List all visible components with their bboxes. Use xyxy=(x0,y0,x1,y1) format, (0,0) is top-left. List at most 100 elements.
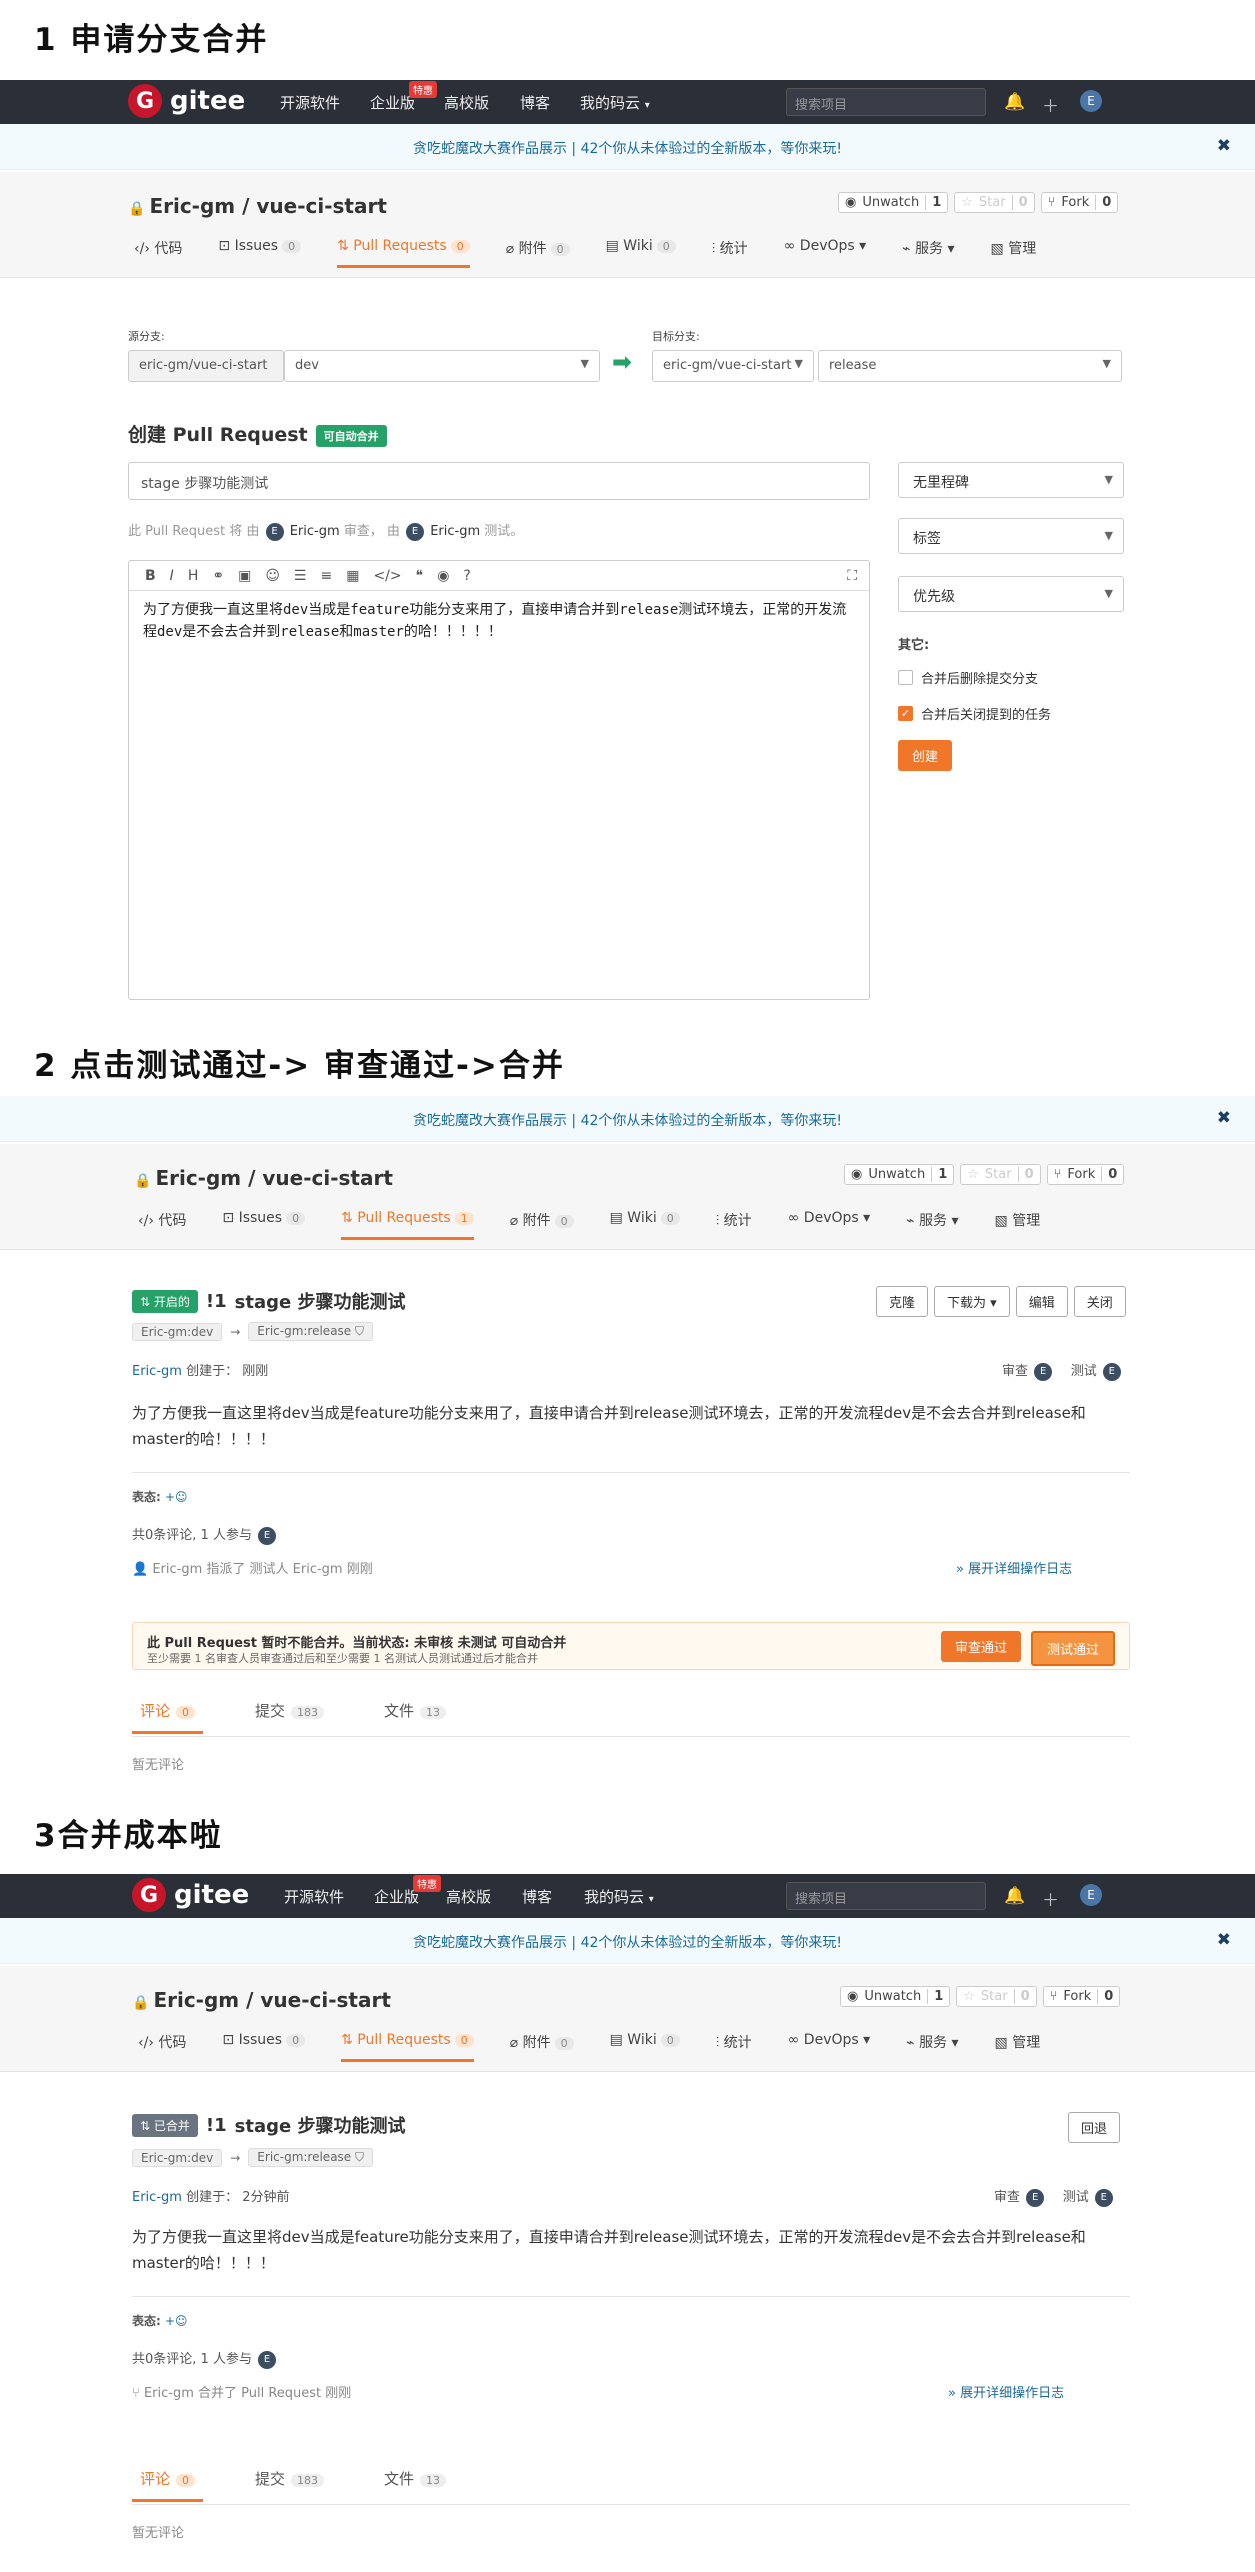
create-button[interactable]: 创建 xyxy=(898,740,953,771)
test-pass-button[interactable]: 测试通过 xyxy=(1031,1631,1116,1666)
numbered-list-icon[interactable]: ≡ xyxy=(320,568,332,584)
review-pass-button[interactable]: 审查通过 xyxy=(941,1631,1022,1662)
tab-code[interactable]: ‹/› 代码 xyxy=(138,2032,186,2062)
watch-button[interactable]: ◉ Unwatch 1 xyxy=(844,1164,955,1185)
tab-issues[interactable]: ⊡ Issues 0 xyxy=(222,2032,306,2062)
code-icon[interactable]: </> xyxy=(373,568,401,584)
tab-comments[interactable]: 评论 0 xyxy=(132,1700,204,1734)
watch-button[interactable]: ◉ Unwatch 1 xyxy=(840,1986,951,2007)
target-branch-tag[interactable]: Eric-gm:release ⛉ xyxy=(248,2148,374,2167)
nav-mygitee[interactable]: 我的码云 ▾ xyxy=(584,1886,654,1907)
tab-issues[interactable]: ⊡ Issues 0 xyxy=(222,1210,306,1240)
tab-attachments[interactable]: ⌀ 附件 0 xyxy=(510,2032,574,2062)
nav-edu[interactable]: 高校版 xyxy=(444,92,489,113)
checkbox[interactable] xyxy=(898,670,913,685)
editor-body[interactable]: 为了方便我一直这里将dev当成是feature功能分支来用了，直接申请合并到re… xyxy=(129,591,869,651)
tab-devops[interactable]: ∞ DevOps ▾ xyxy=(788,2032,871,2062)
edit-button[interactable]: 编辑 xyxy=(1015,1286,1068,1317)
fullscreen-icon[interactable]: ⛶ xyxy=(847,568,857,584)
close-icon[interactable]: ✖ xyxy=(1217,136,1231,156)
tab-devops[interactable]: ∞ DevOps ▾ xyxy=(784,238,867,268)
gitee-logo[interactable]: G gitee xyxy=(128,84,245,118)
add-reaction-icon[interactable]: +☺ xyxy=(165,1490,188,1504)
close-issues-option[interactable]: ✓ 合并后关闭提到的任务 xyxy=(898,704,1051,723)
target-branch-tag[interactable]: Eric-gm:release ⛉ xyxy=(248,1322,374,1341)
nav-enterprise[interactable]: 企业版 特惠 xyxy=(374,1875,442,1907)
tab-attachments[interactable]: ⌀ 附件 0 xyxy=(506,238,570,268)
preview-icon[interactable]: ◉ xyxy=(437,568,449,584)
tab-commits[interactable]: 提交 183 xyxy=(247,1700,332,1734)
tab-code[interactable]: ‹/› 代码 xyxy=(134,238,182,268)
tab-code[interactable]: ‹/› 代码 xyxy=(138,1210,186,1240)
avatar[interactable]: E xyxy=(1080,1884,1102,1906)
tab-manage[interactable]: ▧ 管理 xyxy=(995,2032,1041,2062)
banner-link[interactable]: 贪吃蛇魔改大赛作品展示 | 42个你从未体验过的全新版本，等你来玩! xyxy=(0,1932,1255,1952)
tab-commits[interactable]: 提交 183 xyxy=(247,2468,332,2502)
fork-button[interactable]: ⑂ Fork 0 xyxy=(1046,1164,1125,1185)
nav-opensource[interactable]: 开源软件 xyxy=(280,92,340,113)
expand-log-link[interactable]: » 展开详细操作日志 xyxy=(948,2382,1064,2401)
fork-button[interactable]: ⑂ Fork 0 xyxy=(1040,192,1119,213)
heading-icon[interactable]: H xyxy=(188,568,199,584)
labels-select[interactable]: 标签 ▼ xyxy=(898,518,1124,554)
tab-pull-requests[interactable]: ⇅ Pull Requests 0 xyxy=(341,2032,474,2062)
source-branch-tag[interactable]: Eric-gm:dev xyxy=(132,2148,223,2167)
download-button[interactable]: 下载为 ▾ xyxy=(934,1286,1010,1317)
tab-stats[interactable]: ⫶ 统计 xyxy=(716,2032,752,2062)
tab-services[interactable]: ⌁ 服务 ▾ xyxy=(906,1210,958,1240)
quote-icon[interactable]: ❝ xyxy=(416,568,424,584)
tab-pull-requests[interactable]: ⇅ Pull Requests 1 xyxy=(341,1210,474,1240)
tab-comments[interactable]: 评论 0 xyxy=(132,2468,204,2502)
italic-icon[interactable]: I xyxy=(170,568,174,584)
plus-icon[interactable]: ＋ xyxy=(1042,1886,1059,1911)
tab-wiki[interactable]: ▤ Wiki 0 xyxy=(606,238,676,268)
checkbox-checked[interactable]: ✓ xyxy=(898,706,913,721)
gitee-logo[interactable]: G gitee xyxy=(132,1878,249,1912)
fork-button[interactable]: ⑂ Fork 0 xyxy=(1042,1986,1121,2007)
target-repo-select[interactable]: eric-gm/vue-ci-start ▼ xyxy=(652,350,814,382)
nav-edu[interactable]: 高校版 xyxy=(446,1886,491,1907)
banner-link[interactable]: 贪吃蛇魔改大赛作品展示 | 42个你从未体验过的全新版本，等你来玩! xyxy=(0,138,1255,158)
nav-enterprise[interactable]: 企业版 特惠 xyxy=(370,81,438,113)
revert-button[interactable]: 回退 xyxy=(1068,2112,1121,2143)
image-icon[interactable]: ▣ xyxy=(238,568,251,584)
tab-wiki[interactable]: ▤ Wiki 0 xyxy=(610,1210,680,1240)
milestone-select[interactable]: 无里程碑 ▼ xyxy=(898,462,1124,498)
delete-branch-option[interactable]: 合并后删除提交分支 xyxy=(898,668,1038,687)
source-repo-field[interactable]: eric-gm/vue-ci-start xyxy=(128,350,284,382)
bell-icon[interactable]: 🔔 xyxy=(1004,1886,1025,1906)
source-branch-tag[interactable]: Eric-gm:dev xyxy=(132,1322,223,1341)
tab-stats[interactable]: ⫶ 统计 xyxy=(712,238,748,268)
tab-issues[interactable]: ⊡ Issues 0 xyxy=(218,238,302,268)
star-button[interactable]: ☆ Star 0 xyxy=(954,192,1035,213)
project-title[interactable]: 🔒 Eric-gm / vue-ci-start xyxy=(132,1988,391,2012)
tab-devops[interactable]: ∞ DevOps ▾ xyxy=(788,1210,871,1240)
help-icon[interactable]: ? xyxy=(463,568,470,584)
star-button[interactable]: ☆ Star 0 xyxy=(960,1164,1041,1185)
nav-opensource[interactable]: 开源软件 xyxy=(284,1886,344,1907)
bullet-list-icon[interactable]: ☰ xyxy=(294,568,307,584)
expand-log-link[interactable]: » 展开详细操作日志 xyxy=(956,1558,1072,1577)
project-title[interactable]: 🔒 Eric-gm / vue-ci-start xyxy=(134,1166,393,1190)
emoji-icon[interactable]: ☺ xyxy=(265,568,280,584)
tab-stats[interactable]: ⫶ 统计 xyxy=(716,1210,752,1240)
target-branch-select[interactable]: release ▼ xyxy=(818,350,1122,382)
avatar[interactable]: E xyxy=(1080,90,1102,112)
bold-icon[interactable]: B xyxy=(145,568,156,584)
priority-select[interactable]: 优先级 ▼ xyxy=(898,576,1124,612)
star-button[interactable]: ☆ Star 0 xyxy=(956,1986,1037,2007)
table-icon[interactable]: ▦ xyxy=(346,568,359,584)
tab-pull-requests[interactable]: ⇅ Pull Requests 0 xyxy=(337,238,470,268)
nav-blog[interactable]: 博客 xyxy=(520,92,550,113)
search-input[interactable]: 搜索项目 xyxy=(786,88,986,116)
close-pr-button[interactable]: 关闭 xyxy=(1073,1286,1126,1317)
watch-button[interactable]: ◉ Unwatch 1 xyxy=(838,192,949,213)
bell-icon[interactable]: 🔔 xyxy=(1004,92,1025,112)
close-icon[interactable]: ✖ xyxy=(1217,1108,1231,1128)
close-icon[interactable]: ✖ xyxy=(1217,1930,1231,1950)
tab-services[interactable]: ⌁ 服务 ▾ xyxy=(906,2032,958,2062)
nav-mygitee[interactable]: 我的码云 ▾ xyxy=(580,92,650,113)
tab-manage[interactable]: ▧ 管理 xyxy=(995,1210,1041,1240)
tab-wiki[interactable]: ▤ Wiki 0 xyxy=(610,2032,680,2062)
plus-icon[interactable]: ＋ xyxy=(1042,92,1059,117)
